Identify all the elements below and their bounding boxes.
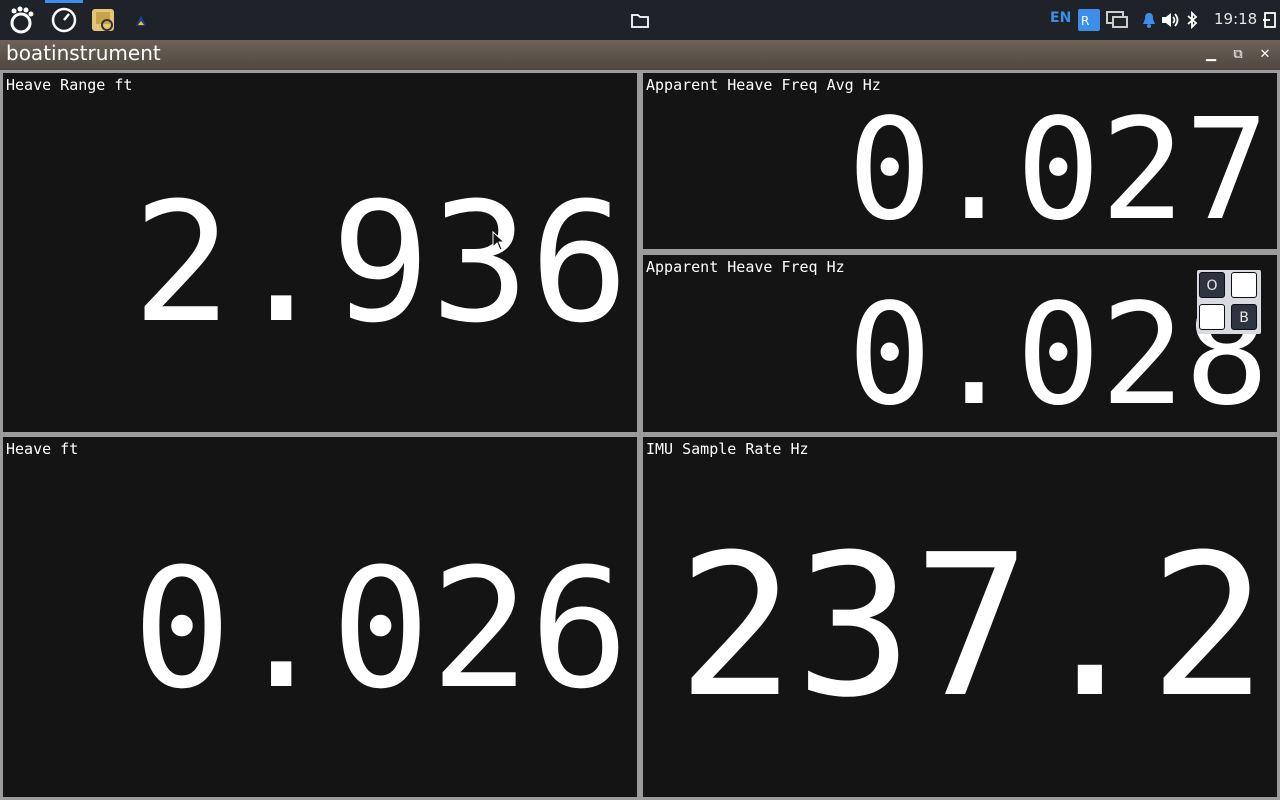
window-titlebar[interactable]: boatinstrument <box>0 40 1280 70</box>
panel-value: 237.2 <box>676 513 1267 741</box>
mouse-cursor-icon <box>492 231 506 251</box>
overlay-b-button[interactable]: B <box>1231 304 1257 330</box>
overlay-blank-button[interactable] <box>1231 272 1257 298</box>
clock[interactable]: 19:18 <box>1214 10 1257 28</box>
speedometer-icon[interactable] <box>45 0 83 40</box>
app-icon[interactable] <box>126 0 156 40</box>
volume-icon[interactable] <box>1158 0 1182 40</box>
close-icon[interactable]: ✕ <box>1256 46 1274 64</box>
overlay-o-button[interactable]: O <box>1199 272 1225 298</box>
input-method-icon[interactable]: R <box>1076 0 1102 40</box>
panel-label: Heave ft <box>6 440 79 458</box>
overlay-blank-button[interactable] <box>1199 304 1225 330</box>
gnome-foot-icon[interactable] <box>2 0 40 40</box>
instrument-grid: Heave Range ft 2.936 Apparent Heave Freq… <box>0 70 1280 800</box>
panel-label: Apparent Heave Freq Hz <box>646 258 845 276</box>
taskbar: EN R 19:18 <box>0 0 1280 40</box>
bluetooth-icon[interactable] <box>1182 0 1202 40</box>
imu-sample-rate-panel[interactable]: IMU Sample Rate Hz 237.2 <box>643 437 1277 797</box>
panel-value: 0.026 <box>132 533 629 725</box>
file-manager-icon[interactable] <box>86 0 120 40</box>
panel-value: 0.027 <box>847 89 1269 249</box>
apparent-heave-freq-panel[interactable]: Apparent Heave Freq Hz 0.028 <box>643 255 1277 432</box>
keyboard-language[interactable]: EN <box>1050 10 1071 26</box>
window-title: boatinstrument <box>6 41 161 65</box>
network-icon[interactable] <box>1104 0 1130 40</box>
panel-label: IMU Sample Rate Hz <box>646 440 809 458</box>
minimize-icon[interactable]: ▁ <box>1202 46 1220 64</box>
overlay-widget[interactable]: O B <box>1197 270 1261 334</box>
svg-text:R: R <box>1081 14 1089 28</box>
logout-icon[interactable] <box>1260 0 1280 40</box>
panel-label: Heave Range ft <box>6 76 133 94</box>
panel-label: Apparent Heave Freq Avg Hz <box>646 76 881 94</box>
heave-panel[interactable]: Heave ft 0.026 <box>3 437 637 797</box>
heave-range-panel[interactable]: Heave Range ft 2.936 <box>3 73 637 432</box>
panel-value: 2.936 <box>132 167 629 359</box>
apparent-heave-freq-avg-panel[interactable]: Apparent Heave Freq Avg Hz 0.027 <box>643 73 1277 249</box>
folder-icon[interactable] <box>628 0 652 40</box>
restore-icon[interactable]: ⧉ <box>1229 46 1247 64</box>
notification-bell-icon[interactable] <box>1138 0 1160 40</box>
